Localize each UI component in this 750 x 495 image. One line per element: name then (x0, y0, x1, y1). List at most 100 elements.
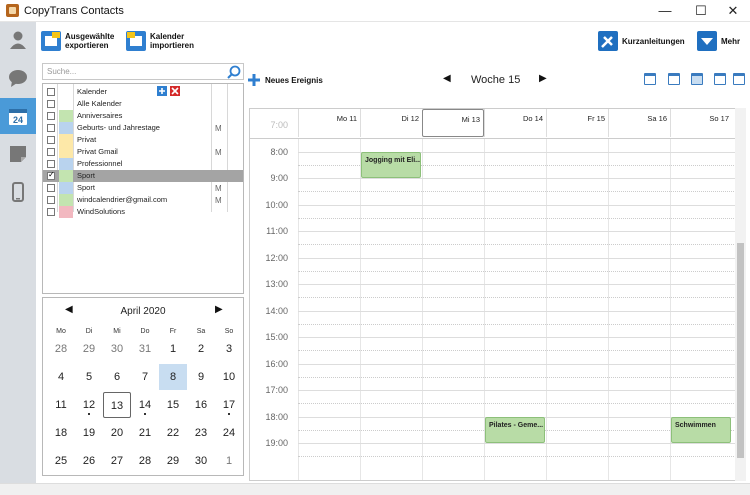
calendar-checkbox[interactable] (47, 169, 55, 181)
import-calendar-button[interactable]: Kalender importieren (126, 28, 194, 54)
day-view-icon[interactable] (644, 73, 656, 85)
more-label: Mehr (721, 36, 741, 46)
prev-week-button[interactable]: ◀ (443, 73, 451, 84)
calendar-checkbox[interactable] (47, 196, 55, 204)
mini-calendar-day[interactable]: 23 (187, 420, 215, 446)
day-column-header[interactable]: Mi 13 (422, 109, 484, 137)
mini-next-month-button[interactable]: ▶ (215, 304, 223, 315)
day-column-header[interactable]: So 17 (670, 109, 732, 137)
mini-calendar-day[interactable]: 28 (47, 336, 75, 362)
weekday-label: Mi (113, 328, 121, 335)
calendar-event[interactable]: Pilates - Geme... (485, 416, 545, 443)
mini-calendar-day[interactable]: 7 (131, 364, 159, 390)
mini-calendar-day[interactable]: 19 (75, 420, 103, 446)
search-placeholder: Suche... (47, 67, 77, 76)
mini-calendar-day[interactable]: 18 (47, 420, 75, 446)
day-column-header[interactable]: Sa 16 (608, 109, 670, 137)
minimize-button[interactable]: — (648, 0, 682, 22)
mini-calendar-day[interactable]: 1 (159, 336, 187, 362)
mini-calendar-day[interactable]: 4 (47, 364, 75, 390)
calendar-row[interactable]: Geburts- und Jahrestage M (43, 122, 243, 134)
mini-calendar-day[interactable]: 9 (187, 364, 215, 390)
mini-calendar-day[interactable]: 1 (215, 448, 243, 474)
guides-button[interactable]: Kurzanleitungen (598, 28, 685, 54)
mini-calendar-day[interactable]: 8 (159, 364, 187, 390)
mini-calendar-day[interactable]: 13 (103, 392, 131, 418)
mini-calendar-day[interactable]: 10 (215, 364, 243, 390)
more-button[interactable]: Mehr (697, 28, 740, 54)
sidebar-item-notes[interactable] (0, 136, 36, 172)
calendar-checkbox[interactable] (47, 160, 55, 168)
sidebar-item-messages[interactable] (0, 60, 36, 96)
new-event-button[interactable]: Neues Ereignis (247, 67, 323, 93)
calendar-checkbox[interactable] (47, 184, 55, 192)
calendar-row[interactable]: Professionnel (43, 158, 243, 170)
mini-calendar-day[interactable]: 24 (215, 420, 243, 446)
calendar-row[interactable]: Kalender (43, 86, 243, 98)
calendar-checkbox[interactable] (47, 88, 55, 96)
calendar-checkbox[interactable] (47, 124, 55, 132)
sidebar-item-contacts[interactable] (0, 22, 36, 58)
calendar-checkbox[interactable] (47, 136, 55, 144)
mini-calendar-day[interactable]: 5 (75, 364, 103, 390)
mini-calendar-day[interactable]: 25 (47, 448, 75, 474)
mini-calendar-day[interactable]: 30 (187, 448, 215, 474)
mini-calendar-day[interactable]: 29 (159, 448, 187, 474)
calendar-row[interactable]: Sport M (43, 182, 243, 194)
calendar-row[interactable]: Alle Kalender (43, 98, 243, 110)
sidebar-item-device[interactable] (0, 174, 36, 210)
mini-calendar-day[interactable]: 14 (131, 392, 159, 418)
close-button[interactable]: ✕ (716, 0, 750, 22)
mini-calendar-day[interactable]: 31 (131, 336, 159, 362)
sidebar-item-calendar[interactable]: 24 (0, 98, 36, 134)
maximize-button[interactable]: ☐ (684, 0, 718, 22)
add-calendar-icon[interactable] (157, 86, 167, 96)
mini-calendar-day[interactable]: 6 (103, 364, 131, 390)
day-column-header[interactable]: Do 14 (484, 109, 546, 137)
mini-calendar-day[interactable]: 27 (103, 448, 131, 474)
search-icon[interactable] (227, 65, 241, 79)
week-view-icon[interactable] (691, 73, 703, 85)
calendar-row[interactable]: windcalendrier@gmail.com M (43, 194, 243, 206)
calendar-event[interactable]: Schwimmen (671, 416, 731, 443)
calendar-row[interactable]: WindSolutions (43, 206, 243, 218)
calendar-row[interactable]: Anniversaires (43, 110, 243, 122)
mini-calendar-day[interactable]: 30 (103, 336, 131, 362)
calendar-row[interactable]: Privat Gmail M (43, 146, 243, 158)
mini-calendar-day[interactable]: 3 (215, 336, 243, 362)
hour-label: 17:00 (265, 385, 288, 395)
workweek-view-icon[interactable] (668, 73, 680, 85)
search-input[interactable]: Suche... (42, 63, 244, 80)
mini-calendar-day[interactable]: 17 (215, 392, 243, 418)
mini-calendar-day[interactable]: 2 (187, 336, 215, 362)
scrollbar-thumb[interactable] (737, 243, 744, 458)
calendar-color-swatch (59, 122, 73, 134)
mini-calendar-day[interactable]: 21 (131, 420, 159, 446)
mini-calendar-day[interactable]: 29 (75, 336, 103, 362)
day-column-header[interactable]: Mo 11 (298, 109, 360, 137)
title-bar: CopyTrans Contacts — ☐ ✕ (0, 0, 750, 22)
calendar-checkbox[interactable] (47, 208, 55, 216)
calendar-row[interactable]: Privat (43, 134, 243, 146)
calendar-row[interactable]: Sport (43, 169, 243, 182)
mini-calendar-day[interactable]: 28 (131, 448, 159, 474)
day-column-header[interactable]: Di 12 (360, 109, 422, 137)
day-column-header[interactable]: Fr 15 (546, 109, 608, 137)
year-view-icon[interactable] (733, 73, 745, 85)
calendar-checkbox[interactable] (47, 112, 55, 120)
month-view-icon[interactable] (714, 73, 726, 85)
mini-calendar-day[interactable]: 11 (47, 392, 75, 418)
mini-calendar-day[interactable]: 20 (103, 420, 131, 446)
calendar-checkbox[interactable] (47, 148, 55, 156)
calendar-checkbox[interactable] (47, 100, 55, 108)
calendar-event[interactable]: Jogging mit Eli... (361, 151, 421, 178)
mini-calendar-day[interactable]: 12 (75, 392, 103, 418)
mini-calendar-day[interactable]: 16 (187, 392, 215, 418)
calendar-list: Kalender Alle Kalender Anniversaires Geburt… (42, 83, 244, 294)
delete-calendar-icon[interactable] (170, 86, 180, 96)
export-selected-button[interactable]: Ausgewählte exportieren (41, 28, 114, 54)
next-week-button[interactable]: ▶ (539, 73, 547, 84)
mini-calendar-day[interactable]: 26 (75, 448, 103, 474)
mini-calendar-day[interactable]: 22 (159, 420, 187, 446)
mini-calendar-day[interactable]: 15 (159, 392, 187, 418)
